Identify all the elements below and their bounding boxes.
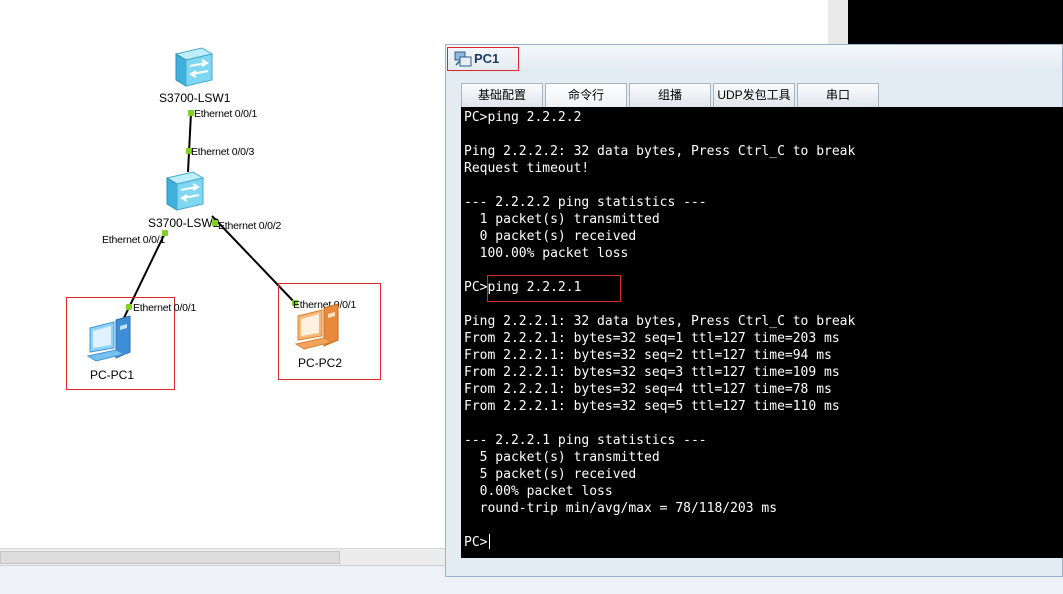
terminal-console[interactable]: PC>ping 2.2.2.2 Ping 2.2.2.2: 32 data by… <box>461 107 1063 558</box>
device-label-lsw2: S3700-LSW2 <box>148 216 220 230</box>
port-label-lsw2-left: Ethernet 0/0/1 <box>102 234 166 246</box>
port-label-lsw2-right: Ethernet 0/0/2 <box>218 220 282 232</box>
device-label-lsw1: S3700-LSW1 <box>159 91 231 105</box>
scrollbar-thumb[interactable] <box>0 551 340 564</box>
pc-icon[interactable] <box>294 302 346 354</box>
tab-command-line[interactable]: 命令行 <box>545 83 627 107</box>
window-title: PC1 <box>474 51 500 66</box>
tab-udp-tool[interactable]: UDP发包工具 <box>713 83 795 107</box>
text-cursor <box>489 534 490 549</box>
tab-serial[interactable]: 串口 <box>797 83 879 107</box>
pc-icon[interactable] <box>86 314 138 366</box>
port-label-lsw1-down: Ethernet 0/0/1 <box>194 108 258 120</box>
background-console <box>848 0 1063 46</box>
terminal-output: PC>ping 2.2.2.2 Ping 2.2.2.2: 32 data by… <box>464 110 856 550</box>
horizontal-scrollbar[interactable] <box>0 548 445 565</box>
tab-multicast[interactable]: 组播 <box>629 83 711 107</box>
port-label-lsw2-up: Ethernet 0/0/3 <box>191 146 255 158</box>
topology-canvas[interactable]: S3700-LSW1 S3700-LSW2 Ethernet 0/0/1 Eth… <box>0 0 445 548</box>
device-label-pc1: PC-PC1 <box>90 368 135 382</box>
window-titlebar[interactable]: PC1 <box>446 45 1062 73</box>
port-label-pc1: Ethernet 0/0/1 <box>133 302 197 314</box>
link-lsw1-lsw2 <box>187 112 192 173</box>
topology-links <box>120 112 298 325</box>
switch-icon[interactable] <box>163 168 207 212</box>
switch-icon[interactable] <box>172 44 216 88</box>
pc-console-icon <box>454 51 472 67</box>
device-label-pc2: PC-PC2 <box>298 356 343 370</box>
tab-basic-config[interactable]: 基础配置 <box>461 83 543 107</box>
command-highlight-box <box>487 275 621 302</box>
pc1-console-window[interactable]: PC1 基础配置 命令行 组播 UDP发包工具 串口 PC>ping 2.2.2… <box>445 44 1063 577</box>
